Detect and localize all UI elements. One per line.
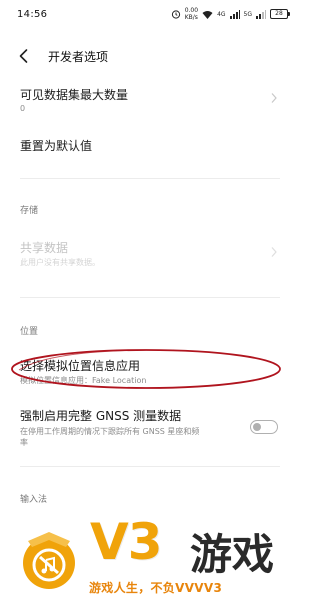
status-icons: 0.00 KB/s 4G 5G 28	[171, 7, 290, 21]
divider	[20, 297, 280, 298]
setting-max-datasets[interactable]: 可见数据集最大数量 0	[0, 82, 300, 124]
divider	[20, 466, 280, 467]
battery-icon: 28	[270, 9, 290, 19]
network-type-2: 5G	[243, 10, 252, 18]
section-header-input-method: 输入法	[20, 495, 48, 505]
signal-icon-2	[256, 9, 266, 19]
setting-reset-defaults-title: 重置为默认值	[20, 139, 93, 153]
section-header-storage: 存储	[20, 206, 39, 216]
alarm-icon	[171, 10, 180, 19]
setting-gnss-subtitle-line2: 率	[20, 438, 28, 447]
setting-gnss-full-measurement[interactable]: 强制启用完整 GNSS 测量数据 在停用工作周期的情况下跟踪所有 GNSS 星座…	[0, 404, 300, 454]
network-speed-unit: KB/s	[184, 14, 198, 21]
signal-icon-1	[229, 9, 240, 19]
status-bar: 14:56 0.00 KB/s 4G 5G 28	[0, 0, 300, 30]
watermark-brand-cn: 游戏	[190, 530, 275, 579]
watermark: V3 游戏 游戏人生，不负VVVV3	[0, 505, 300, 600]
gnss-toggle-switch[interactable]	[250, 420, 278, 434]
setting-shared-data: 共享数据 此用户没有共享数据。	[0, 232, 300, 276]
setting-shared-data-title: 共享数据	[20, 241, 69, 255]
setting-mock-location-subtitle: 模拟位置信息应用：Fake Location	[20, 376, 147, 385]
wifi-icon	[202, 10, 213, 19]
watermark-brand: V3	[90, 513, 162, 571]
setting-reset-defaults[interactable]: 重置为默认值	[0, 128, 300, 166]
back-arrow-icon[interactable]	[14, 46, 34, 66]
watermark-tagline: 游戏人生，不负VVVV3	[89, 581, 223, 595]
toggle-knob	[253, 422, 261, 431]
network-speed-value: 0.00	[184, 7, 199, 14]
setting-gnss-subtitle-line1: 在停用工作周期的情况下跟踪所有 GNSS 星座和频	[20, 427, 200, 436]
setting-gnss-title: 强制启用完整 GNSS 测量数据	[20, 409, 182, 423]
divider	[20, 178, 280, 179]
status-time: 14:56	[17, 9, 48, 20]
setting-shared-data-subtitle: 此用户没有共享数据。	[20, 258, 100, 267]
page-title: 开发者选项	[48, 50, 109, 64]
chevron-right-icon	[271, 93, 277, 103]
setting-max-datasets-value: 0	[20, 104, 26, 113]
network-type-1: 4G	[217, 10, 226, 18]
section-header-location: 位置	[20, 327, 39, 337]
setting-mock-location-app[interactable]: 选择模拟位置信息应用 模拟位置信息应用：Fake Location	[0, 352, 300, 392]
app-header: 开发者选项	[0, 38, 300, 74]
chevron-right-icon	[271, 247, 277, 257]
v3-logo-icon	[23, 532, 75, 589]
setting-mock-location-title: 选择模拟位置信息应用	[20, 359, 141, 373]
network-speed: 0.00 KB/s	[185, 7, 198, 21]
setting-max-datasets-title: 可见数据集最大数量	[20, 88, 129, 102]
